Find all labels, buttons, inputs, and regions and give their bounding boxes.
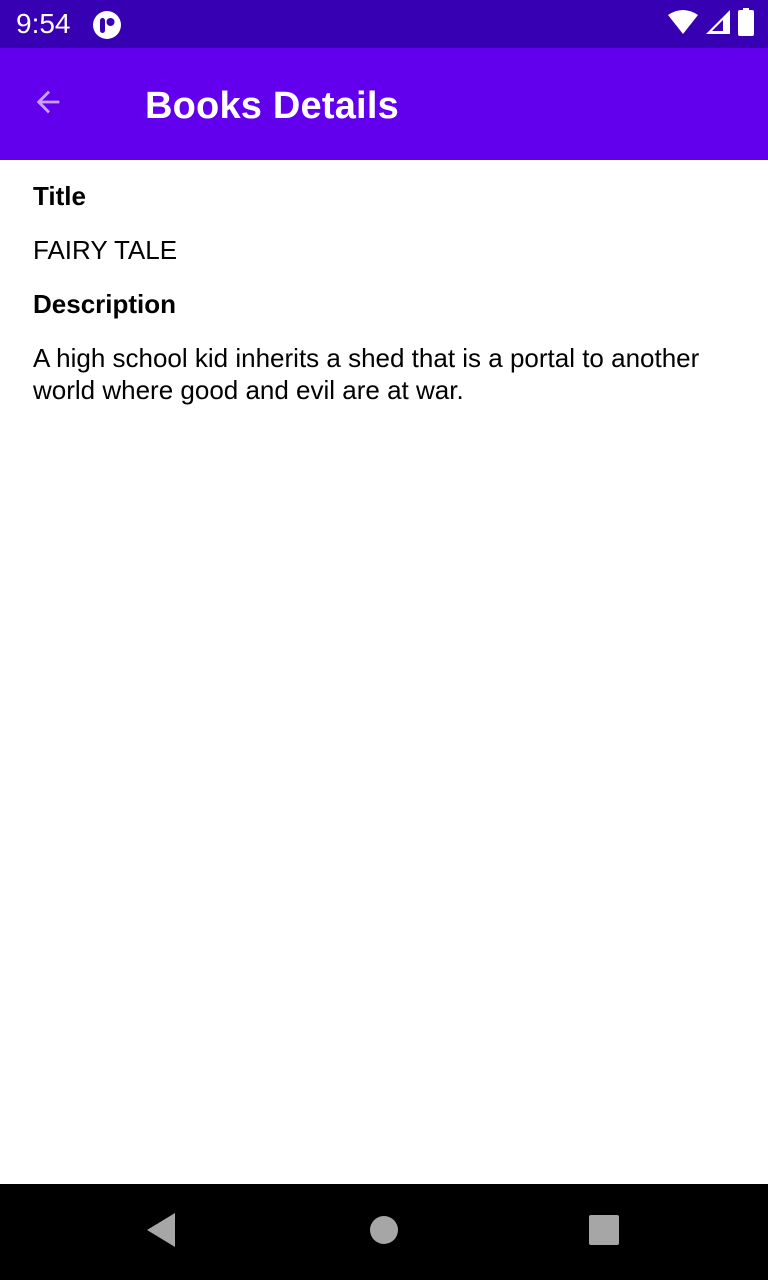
- cellular-signal-icon: [706, 9, 730, 39]
- status-icons: [668, 7, 754, 41]
- battery-icon: [738, 7, 754, 41]
- nav-back-button[interactable]: [141, 1212, 181, 1252]
- app-notification-icon: [92, 10, 122, 40]
- title-label: Title: [33, 181, 86, 211]
- title-value: FAIRY TALE: [33, 235, 178, 265]
- status-time: 9:54: [16, 8, 71, 39]
- wifi-icon: [668, 9, 698, 39]
- app-bar: Books Details: [0, 48, 768, 160]
- recents-square-icon: [589, 1214, 619, 1250]
- arrow-back-icon: [31, 85, 65, 124]
- back-button[interactable]: [24, 80, 72, 128]
- navigation-bar: [0, 1184, 768, 1280]
- nav-recents-button[interactable]: [584, 1212, 624, 1252]
- back-triangle-icon: [145, 1212, 177, 1252]
- home-circle-icon: [369, 1215, 399, 1250]
- page-title: Books Details: [145, 85, 399, 127]
- description-label: Description: [33, 289, 177, 319]
- nav-home-button[interactable]: [364, 1212, 404, 1252]
- description-value: A high school kid inherits a shed that i…: [33, 343, 700, 405]
- status-bar: 9:54: [0, 0, 768, 48]
